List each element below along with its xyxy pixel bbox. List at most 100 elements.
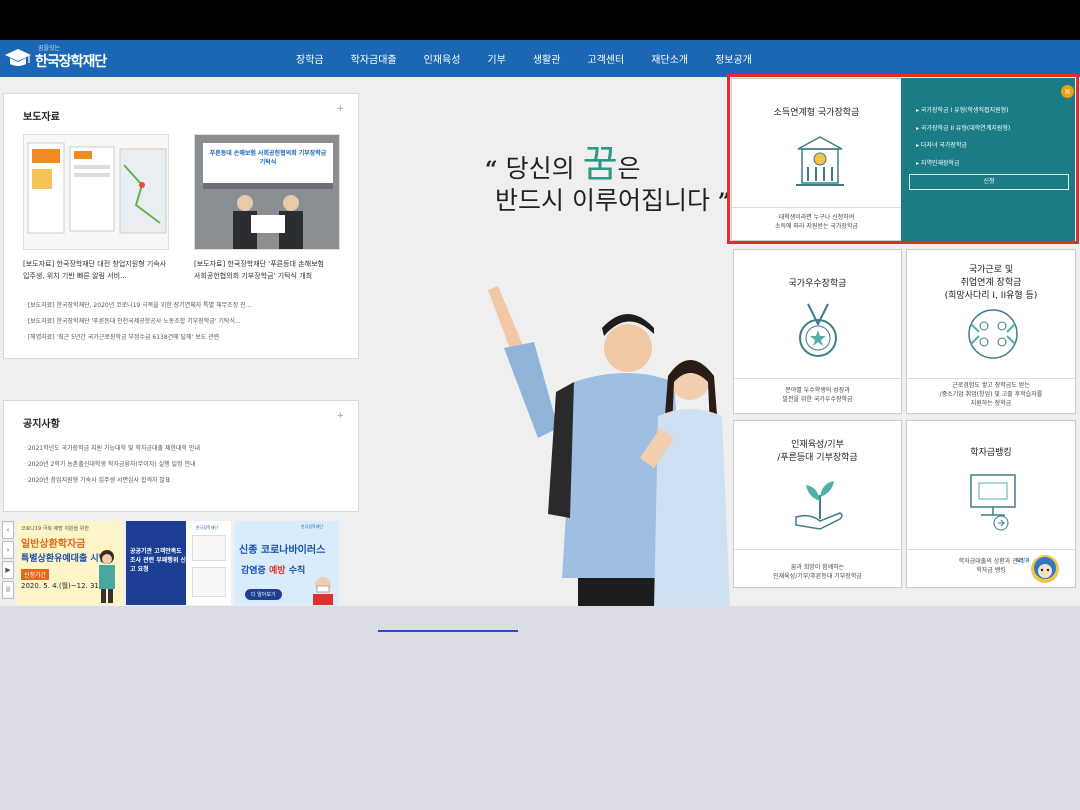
- banner-play-button[interactable]: ▶: [2, 561, 14, 579]
- notice-list-item[interactable]: 2020년 창업지원형 기숙사 입주생 서면심사 합격자 발표: [24, 473, 354, 489]
- graduation-cap-icon: [4, 47, 32, 69]
- card-talent-scholarship[interactable]: 인재육성/기부 /푸른등대 기부장학금 꿈과 희망이 함께하는 인재육성/기부/…: [733, 420, 902, 588]
- main-nav: 장학금 학자금대출 인재육성 기부 생활관 고객센터 재단소개 정보공개: [296, 40, 779, 77]
- banner1-main-text: 일반상환학자금: [21, 539, 86, 550]
- banner2-form-image: [192, 535, 226, 561]
- press-list-item[interactable]: [보도자료] 한국장학재단 '푸른등대 인천국제공항공사 노동조합 기부장학금'…: [24, 314, 354, 330]
- mascot-icon: [1031, 555, 1059, 583]
- blue-link-underline[interactable]: [378, 630, 518, 632]
- banner-pause-button[interactable]: ll: [2, 581, 14, 599]
- press-caption-2-line1: [보도자료] 한국장학재단 '푸른등대 손해보험: [194, 260, 324, 268]
- banner2-main-text: 공공기관 고객만족도 조사 관련 부패행위 신고 요청: [130, 548, 186, 573]
- card-talent-desc-1: 꿈과 희망이 함께하는: [790, 564, 845, 571]
- medal-icon: [799, 303, 837, 357]
- card-divider: [734, 378, 901, 379]
- banner3-sub-text: 감염증 예방 수칙: [241, 563, 305, 576]
- banner-prev-button[interactable]: ‹: [2, 521, 14, 539]
- team-icon: [968, 309, 1018, 359]
- notice-panel: 공지사항 + 2021학년도 국가장학금 지원 가능대학 및 학자금대출 제한대…: [3, 400, 359, 512]
- banner3-more-button[interactable]: 더 알아보기: [245, 589, 282, 600]
- card-excellence-scholarship[interactable]: 국가우수장학금 분야별 우수학생의 성장과 발전을 위한 국가우수장학금: [733, 249, 902, 414]
- card-work-title-1: 국가근로 및: [968, 265, 1014, 275]
- nav-customer-center[interactable]: 고객센터: [587, 51, 624, 66]
- mask-person-icon: [313, 577, 333, 605]
- card-talent-title-1: 인재육성/기부: [791, 440, 844, 450]
- card-excellence-desc-1: 분야별 우수학생의 성장과: [785, 387, 850, 394]
- nav-about[interactable]: 재단소개: [651, 51, 688, 66]
- card-divider: [734, 549, 901, 550]
- card-talent-title: 인재육성/기부 /푸른등대 기부장학금: [734, 439, 901, 465]
- press-caption-2[interactable]: [보도자료] 한국장학재단 '푸른등대 손해보험 사회공헌협의회 기부장학금' …: [194, 258, 352, 282]
- nav-student-loan[interactable]: 학자금대출: [351, 51, 397, 66]
- banner3-sub-2: 예방: [268, 566, 286, 576]
- card-loan-title: 학자금뱅킹: [970, 448, 1012, 458]
- nav-scholarship[interactable]: 장학금: [296, 51, 324, 66]
- card-work-desc-1: 근로경험도 쌓고 장학금도 받는: [952, 382, 1030, 389]
- press-more-button[interactable]: +: [336, 104, 344, 114]
- card-talent-title-2: /푸른등대 기부장학금: [777, 453, 858, 463]
- press-list-item[interactable]: [해명자료] '최근 5년간 국가근로장학금 부정수급 6138건에 달해' 보…: [24, 330, 354, 346]
- card-excellence-title: 국가우수장학금: [788, 279, 847, 289]
- card-talent-desc-2: 인재육성/기부/푸른등대 기부장학금: [773, 573, 862, 580]
- site-logo[interactable]: 꿈을잇는 한국장학재단: [4, 43, 107, 73]
- plant-hand-icon: [795, 481, 843, 530]
- card-excellence-desc: 분야별 우수학생의 성장과 발전을 위한 국가우수장학금: [734, 386, 901, 404]
- hero-open-quote: “: [485, 157, 498, 183]
- press-title: 보도자료: [23, 112, 60, 123]
- notice-more-button[interactable]: +: [336, 411, 344, 421]
- banner-corruption-report[interactable]: 한국장학재단 공공기관 고객만족도 조사 관련 부패행위 신고 요청: [126, 521, 231, 605]
- hero-line2-text: 반드시 이루어집니다: [495, 186, 710, 215]
- card-work-title-2: 취업연계 장학금: [960, 278, 1022, 288]
- card-work-desc: 근로경험도 쌓고 장학금도 받는 /중소기업 취업(창업) 및 고졸 후학습자를…: [907, 381, 1075, 408]
- banner3-sub-1: 감염증: [241, 566, 266, 576]
- logo-name: 한국장학재단: [35, 54, 107, 70]
- banner-loan-deferral[interactable]: 코로나19 극복 예방 지원을 위한 일반상환학자금 특별상환유예대출 시행 신…: [17, 521, 122, 605]
- notice-list-item[interactable]: 2021학년도 국가장학금 지원 가능대학 및 학자금대출 제한대학 안내: [24, 441, 354, 457]
- banner3-logo: 한국장학재단: [301, 524, 324, 529]
- mascot-chatbot-button[interactable]: 희망봉: [1016, 553, 1060, 587]
- nav-disclosure[interactable]: 정보공개: [715, 51, 752, 66]
- press-thumbnail-2-banner: 푸른등대 손해보험 사회공헌협의회 기부장학금 기탁식: [209, 150, 327, 166]
- browser-screen: 꿈을잇는 한국장학재단 장학금 학자금대출 인재육성 기부 생활관 고객센터 재…: [0, 40, 1080, 606]
- card-work-desc-3: 지원하는 장학금: [970, 400, 1012, 407]
- card-work-title-3: (희망사다리 I, II유형 등): [944, 291, 1038, 301]
- mascot-label: 희망봉: [1016, 558, 1030, 564]
- nav-dormitory[interactable]: 생활관: [533, 51, 561, 66]
- student-illustration-icon: [99, 550, 115, 603]
- press-caption-2-line2: 사회공헌협의회 기부장학금' 기탁식 개최: [194, 272, 313, 280]
- notice-title: 공지사항: [23, 419, 60, 430]
- card-excellence-desc-2: 발전을 위한 국가우수장학금: [782, 396, 853, 403]
- card-divider: [907, 549, 1075, 550]
- card-talent-desc: 꿈과 희망이 함께하는 인재육성/기부/푸른등대 기부장학금: [734, 563, 901, 581]
- banner-covid-prevention[interactable]: 한국장학재단 신종 코로나바이러스 감염증 예방 수칙 더 알아보기: [235, 521, 339, 605]
- banner1-badge: 신청기간: [21, 569, 50, 580]
- press-thumbnail-2[interactable]: 푸른등대 손해보험 사회공헌협의회 기부장학금 기탁식: [194, 134, 340, 250]
- press-caption-1-line2: 입주생, 위치 기반 빠른 알림 서비...: [23, 272, 127, 280]
- hero-section: “ 당신의 꿈은 반드시 이루어집니다 ”: [360, 78, 730, 606]
- hero-line1: “ 당신의 꿈은: [485, 133, 641, 188]
- highlight-box: [727, 74, 1079, 244]
- page: 꿈을잇는 한국장학재단 장학금 학자금대출 인재육성 기부 생활관 고객센터 재…: [0, 40, 1080, 810]
- notice-list-item[interactable]: 2020년 2학기 농촌출신대학생 학자금융자(무이자) 실행 일정 안내: [24, 457, 354, 473]
- press-thumbnail-1[interactable]: [23, 134, 169, 250]
- banner1-top-text: 코로나19 극복 예방 지원을 위한: [21, 526, 89, 532]
- press-caption-1-line1: [보도자료] 한국장학재단 대전 창업지원형 기숙사: [23, 260, 167, 268]
- notice-list: 2021학년도 국가장학금 지원 가능대학 및 학자금대출 제한대학 안내 20…: [24, 441, 354, 489]
- banner2-form-image: [192, 567, 226, 597]
- press-list-item[interactable]: [보도자료] 한국장학재단, 2020년 코로나19 극복을 위한 장기연체자 …: [24, 298, 354, 314]
- nav-talent[interactable]: 인재육성: [424, 51, 461, 66]
- press-caption-1[interactable]: [보도자료] 한국장학재단 대전 창업지원형 기숙사 입주생, 위치 기반 빠른…: [23, 258, 181, 282]
- site-header: 꿈을잇는 한국장학재단 장학금 학자금대출 인재육성 기부 생활관 고객센터 재…: [0, 40, 1080, 77]
- card-work-scholarship[interactable]: 국가근로 및 취업연계 장학금 (희망사다리 I, II유형 등) 근로경험도 …: [906, 249, 1076, 414]
- card-work-title: 국가근로 및 취업연계 장학금 (희망사다리 I, II유형 등): [907, 264, 1075, 303]
- card-divider: [907, 378, 1075, 379]
- hero-line1-b: 꿈: [582, 142, 618, 186]
- press-release-panel: 보도자료 + 푸른등대 손해보험 사회공헌협의회 기부장학금 기탁식 [보도자료…: [3, 93, 359, 359]
- banner-next-button[interactable]: ›: [2, 541, 14, 559]
- banner3-main-text: 신종 코로나바이러스: [239, 545, 326, 556]
- nav-donation[interactable]: 기부: [487, 51, 505, 66]
- hero-line1-c: 은: [617, 154, 641, 183]
- banner3-sub-3: 수칙: [288, 566, 306, 576]
- hero-line1-a: 당신의: [505, 154, 575, 183]
- students-photo: [488, 286, 730, 606]
